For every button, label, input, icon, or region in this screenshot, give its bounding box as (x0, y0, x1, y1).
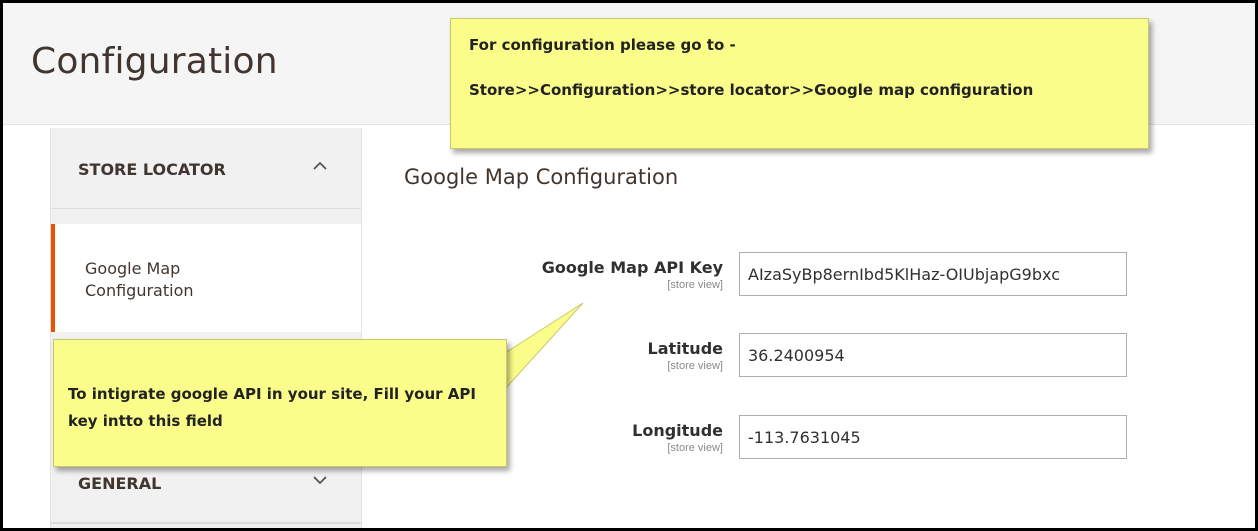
note-text: To intigrate google API in your site, Fi… (68, 385, 476, 430)
field-scope: [store view] (667, 442, 723, 454)
field-name: Latitude (647, 339, 723, 358)
chevron-down-icon (313, 472, 327, 490)
section-title: Google Map Configuration (404, 165, 679, 189)
annotation-note-left: To intigrate google API in your site, Fi… (53, 339, 507, 467)
section-store-locator[interactable]: STORE LOCATOR (51, 128, 361, 209)
divider (51, 522, 361, 524)
field-name: Google Map API Key (541, 258, 723, 277)
longitude-input[interactable] (739, 415, 1127, 459)
field-label: Latitude [store view] (648, 339, 723, 372)
section-label: GENERAL (78, 474, 162, 493)
chevron-up-icon (313, 158, 327, 176)
field-name: Longitude (632, 421, 723, 440)
latitude-input[interactable] (739, 333, 1127, 377)
page-title: Configuration (31, 41, 278, 82)
api-key-input[interactable] (739, 252, 1127, 296)
sidebar-item-label: Google Map Configuration (85, 259, 194, 300)
note-line: For configuration please go to - (469, 36, 736, 54)
sidebar-item-google-map-configuration[interactable]: Google Map Configuration (51, 224, 361, 332)
field-scope: [store view] (667, 279, 723, 291)
screenshot-frame: Configuration STORE LOCATOR Google Map C… (0, 0, 1258, 531)
field-scope: [store view] (667, 360, 723, 372)
config-sidebar: STORE LOCATOR Google Map Configuration G… (50, 128, 362, 528)
field-label: Google Map API Key [store view] (542, 258, 723, 291)
note-line: Store>>Configuration>>store locator>>Goo… (469, 81, 1034, 99)
section-label: STORE LOCATOR (78, 160, 226, 179)
annotation-note-top: For configuration please go to - Store>>… (450, 18, 1149, 149)
field-label: Longitude [store view] (632, 421, 723, 454)
